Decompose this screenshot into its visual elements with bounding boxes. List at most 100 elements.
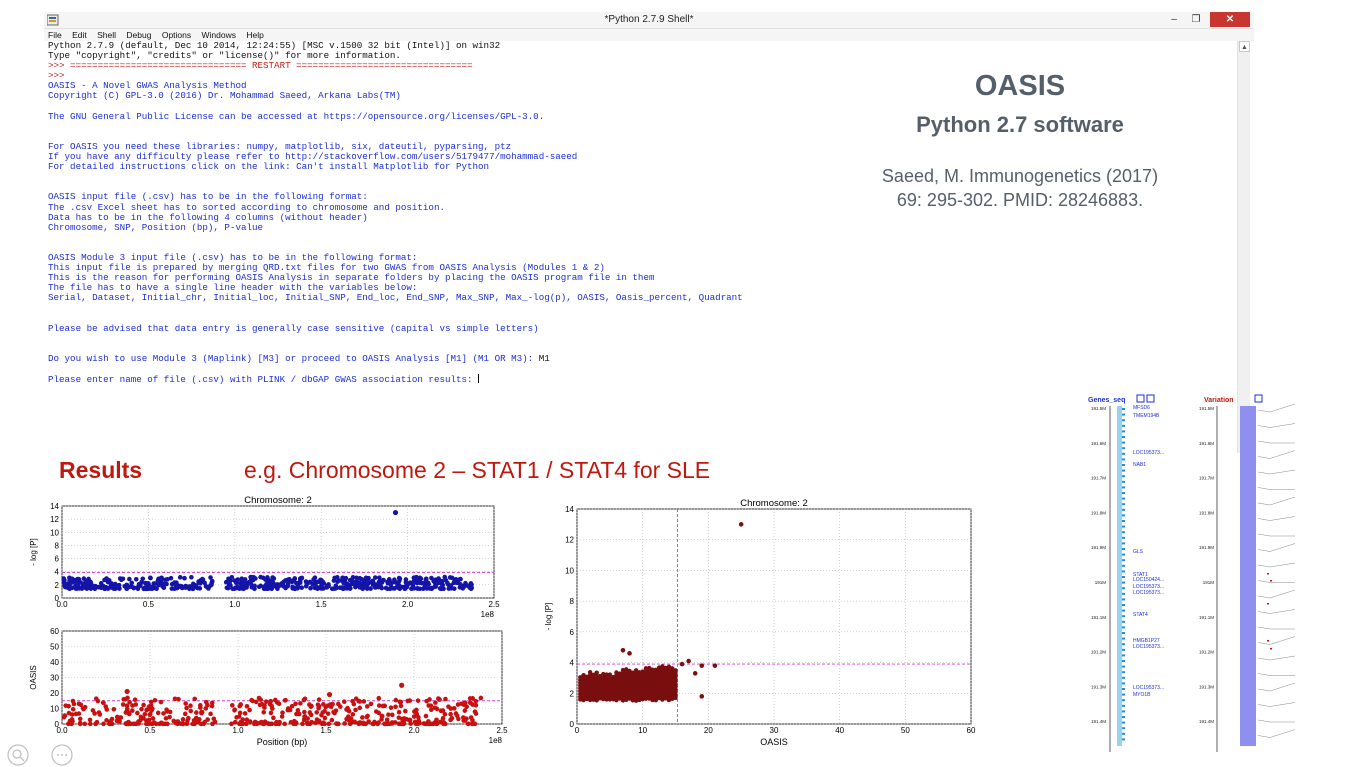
data-point	[403, 577, 409, 582]
y-tick-label: 50	[50, 643, 59, 652]
data-point	[155, 710, 161, 716]
data-point	[257, 702, 263, 708]
data-point	[135, 710, 140, 716]
bottom-toolbar	[7, 744, 73, 766]
data-point	[315, 586, 320, 591]
y-tick-label: 40	[50, 658, 59, 667]
data-point	[146, 717, 152, 723]
data-point	[388, 582, 394, 587]
data-point	[192, 696, 198, 702]
data-point	[280, 710, 285, 715]
gene-mark	[1122, 564, 1125, 567]
track1-close-icon[interactable]	[1146, 394, 1155, 403]
gene-mark	[1122, 604, 1125, 606]
data-point	[297, 580, 303, 586]
gene-mark	[1122, 536, 1125, 539]
data-point	[473, 698, 479, 704]
text-cursor[interactable]	[478, 374, 480, 384]
data-point	[87, 717, 93, 723]
gene-mark	[1122, 559, 1125, 562]
maximize-button[interactable]: ❐	[1186, 12, 1206, 27]
variation-link	[1257, 533, 1295, 537]
data-point	[333, 708, 339, 713]
variation-link	[1257, 655, 1296, 661]
gene-mark	[1122, 587, 1125, 590]
data-point	[69, 717, 75, 722]
menu-edit[interactable]: Edit	[72, 29, 87, 41]
track1-expand-icon[interactable]	[1136, 394, 1145, 403]
data-point	[342, 699, 347, 704]
data-point	[332, 575, 337, 581]
data-point	[273, 721, 279, 727]
data-point	[447, 575, 453, 580]
data-point	[132, 697, 138, 703]
zoom-icon[interactable]	[7, 744, 29, 766]
menu-shell[interactable]: Shell	[97, 29, 116, 41]
data-point	[237, 721, 242, 727]
data-point	[209, 700, 215, 706]
data-point	[415, 698, 421, 703]
gene-mark	[1122, 665, 1125, 668]
console-user-input[interactable]: M1	[539, 353, 550, 364]
y-tick-label: 12	[565, 536, 574, 545]
genome-position-label: 191M	[1095, 580, 1107, 585]
data-point	[295, 708, 301, 713]
gene-mark	[1122, 480, 1125, 483]
data-point	[240, 717, 246, 722]
data-point	[186, 715, 191, 721]
y-tick-label: 10	[50, 705, 59, 714]
data-point	[416, 715, 421, 720]
data-point	[365, 713, 370, 719]
gene-mark	[1122, 424, 1125, 427]
data-point	[131, 585, 137, 591]
close-button[interactable]: ✕	[1210, 12, 1250, 27]
gene-mark	[1122, 475, 1125, 478]
results-label: Results	[59, 457, 143, 483]
gene-mark	[1122, 570, 1125, 573]
data-point	[423, 713, 429, 719]
track2-close-icon[interactable]	[1254, 394, 1263, 403]
data-point	[335, 701, 341, 707]
y-tick-label: 14	[565, 505, 574, 514]
data-point	[411, 579, 417, 585]
data-point	[225, 585, 231, 591]
gene-mark	[1122, 615, 1125, 618]
data-point	[285, 583, 290, 589]
menu-windows[interactable]: Windows	[202, 29, 236, 41]
data-point	[455, 702, 461, 707]
menu-options[interactable]: Options	[162, 29, 191, 41]
data-point	[265, 575, 270, 580]
data-point	[76, 711, 82, 716]
menu-help[interactable]: Help	[246, 29, 263, 41]
gene-mark	[1122, 469, 1125, 472]
gene-mark	[1122, 637, 1125, 640]
menu-file[interactable]: File	[48, 29, 62, 41]
variation-link	[1257, 450, 1296, 459]
menu-debug[interactable]: Debug	[126, 29, 151, 41]
data-point	[316, 697, 322, 702]
data-point	[382, 721, 388, 727]
minimize-button[interactable]: –	[1164, 12, 1184, 27]
data-point	[97, 712, 103, 717]
data-point	[253, 699, 259, 705]
more-options-icon[interactable]	[51, 744, 73, 766]
data-point	[345, 714, 351, 719]
data-point	[158, 699, 164, 705]
genome-position-label: 191.4M	[1199, 719, 1214, 724]
data-point	[136, 582, 142, 587]
gene-mark	[1122, 688, 1125, 690]
data-point	[124, 582, 130, 588]
genome-browser: Genes_seq Variation 191.5M 191.5M 191.6M 19…	[1088, 394, 1296, 752]
data-point	[396, 709, 402, 715]
data-point	[188, 708, 194, 714]
y-tick-label: 8	[570, 597, 575, 606]
data-point	[183, 701, 188, 706]
variant-mark	[1267, 640, 1269, 642]
data-point	[396, 580, 401, 585]
scroll-up-icon[interactable]: ▲	[1239, 41, 1250, 52]
data-point	[364, 704, 370, 709]
data-point	[147, 575, 153, 581]
gene-mark	[1122, 408, 1125, 410]
data-point	[462, 708, 468, 713]
data-point	[114, 714, 120, 720]
